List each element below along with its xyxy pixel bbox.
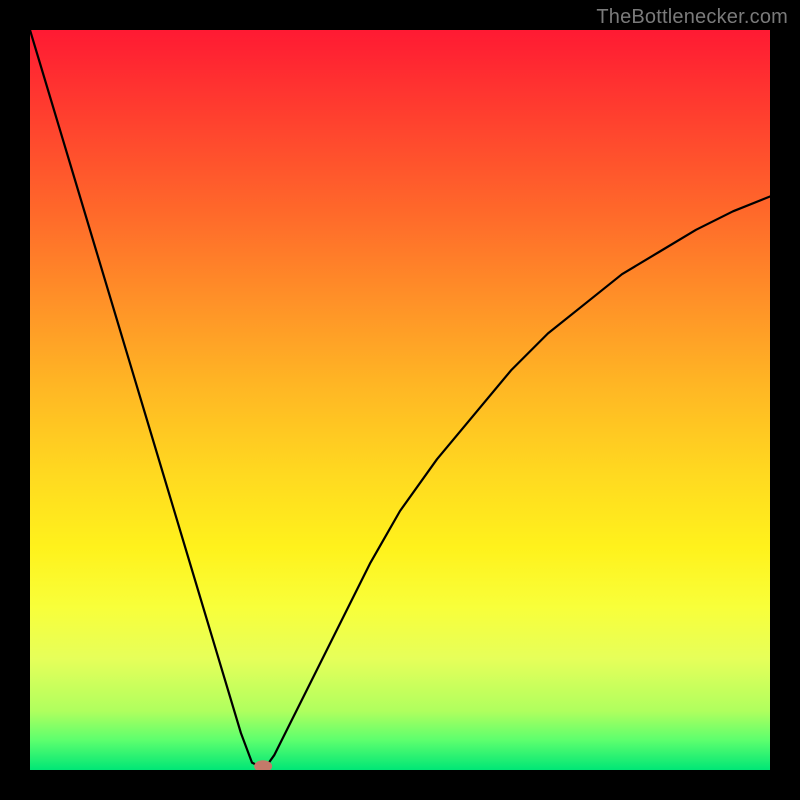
- chart-frame: TheBottlenecker.com: [0, 0, 800, 800]
- watermark-text: TheBottlenecker.com: [596, 6, 788, 29]
- curve-layer: [30, 30, 770, 770]
- bottleneck-curve: [30, 30, 770, 766]
- plot-area: [30, 30, 770, 770]
